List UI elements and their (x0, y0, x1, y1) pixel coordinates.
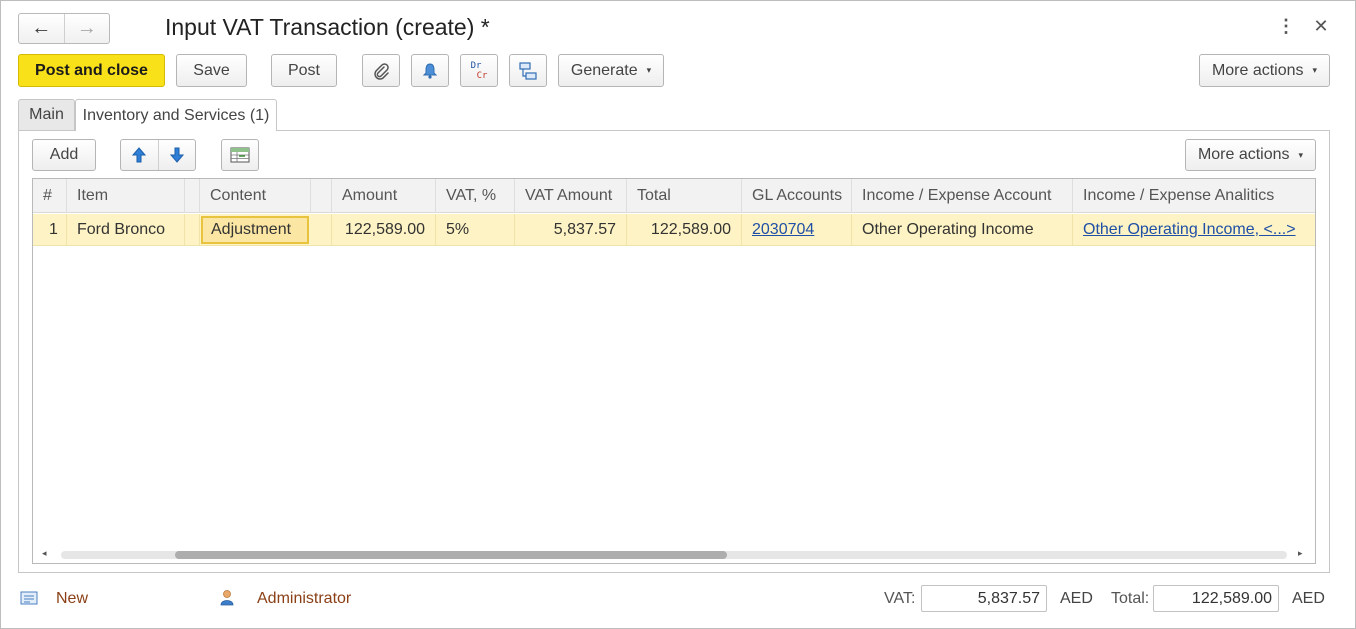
move-buttons (120, 139, 196, 171)
user-icon (220, 589, 234, 610)
horizontal-scrollbar[interactable]: ◂ ▸ (33, 547, 1315, 561)
header-spacer (311, 179, 332, 213)
more-actions-dropdown[interactable]: More actions ▾ (1199, 54, 1330, 87)
header-content[interactable]: Content (200, 179, 311, 213)
scroll-right-icon[interactable]: ▸ (1298, 548, 1303, 559)
paperclip-icon (374, 62, 389, 80)
arrow-left-icon: ← (31, 17, 52, 39)
bell-icon (422, 62, 438, 79)
header-income-expense-account[interactable]: Income / Expense Account (852, 179, 1073, 213)
status-new-link[interactable]: New (56, 590, 88, 608)
inventory-table: # Item Content Amount VAT, % VAT Amount … (32, 178, 1316, 564)
scroll-thumb[interactable] (175, 551, 727, 559)
chevron-down-icon: ▾ (646, 65, 652, 75)
cr-label: Cr (476, 70, 488, 81)
header-vat-amount[interactable]: VAT Amount (515, 179, 627, 213)
fill-button[interactable] (221, 139, 259, 171)
vat-currency: AED (1060, 590, 1093, 607)
add-button[interactable]: Add (32, 139, 96, 171)
move-down-button[interactable] (159, 140, 196, 170)
cell-item[interactable]: Ford Bronco (67, 214, 185, 246)
table-header: # Item Content Amount VAT, % VAT Amount … (33, 179, 1315, 213)
cell-income-expense-analytics-link[interactable]: Other Operating Income, <...> (1073, 214, 1315, 246)
table-fill-icon (230, 147, 250, 163)
header-total[interactable]: Total (627, 179, 742, 213)
total-label: Total: (1111, 590, 1150, 607)
cell-vat-amount[interactable]: 5,837.57 (515, 214, 627, 246)
cell-spacer (311, 214, 332, 246)
forward-button[interactable]: → (65, 14, 110, 43)
arrow-up-icon (132, 147, 147, 163)
vat-total-field[interactable]: 5,837.57 (921, 585, 1047, 612)
cell-spacer (185, 214, 200, 246)
cell-content-editor[interactable]: Adjustment (201, 216, 309, 244)
more-actions-label: More actions (1211, 61, 1304, 79)
history-nav: ← → (18, 13, 110, 44)
total-field[interactable]: 122,589.00 (1153, 585, 1279, 612)
table-row[interactable]: 1 Ford Bronco Adjustment 122,589.00 5% 5… (33, 214, 1315, 246)
tab-main[interactable]: Main (18, 99, 75, 130)
attach-files-button[interactable] (362, 54, 400, 87)
header-number[interactable]: # (33, 179, 67, 213)
header-amount[interactable]: Amount (332, 179, 436, 213)
window-title: Input VAT Transaction (create) * (165, 14, 490, 40)
cell-amount[interactable]: 122,589.00 (332, 214, 436, 246)
arrow-down-icon (169, 147, 184, 163)
total-currency: AED (1292, 590, 1325, 607)
move-up-button[interactable] (121, 140, 159, 170)
grid-more-actions-dropdown[interactable]: More actions ▾ (1185, 139, 1316, 171)
more-menu-icon[interactable]: ⋮ (1277, 15, 1295, 37)
generate-dropdown[interactable]: Generate ▾ (558, 54, 664, 87)
structure-button[interactable] (509, 54, 547, 87)
grid-more-actions-label: More actions (1197, 146, 1290, 163)
cell-vat-percent[interactable]: 5% (436, 214, 515, 246)
tab-inventory-and-services[interactable]: Inventory and Services (1) (75, 99, 277, 131)
back-button[interactable]: ← (19, 14, 65, 43)
scroll-left-icon[interactable]: ◂ (42, 548, 47, 559)
document-window: ← → Input VAT Transaction (create) * ⋮ ✕… (0, 0, 1356, 629)
chevron-down-icon: ▾ (1298, 149, 1304, 160)
close-icon[interactable]: ✕ (1312, 15, 1330, 37)
status-icon (20, 590, 38, 610)
chevron-down-icon: ▾ (1312, 65, 1318, 75)
reminder-button[interactable] (411, 54, 449, 87)
author-link[interactable]: Administrator (257, 590, 351, 608)
dr-cr-button[interactable]: Dr Cr (460, 54, 498, 87)
cell-gl-accounts-link[interactable]: 2030704 (742, 214, 852, 246)
cell-income-expense-account[interactable]: Other Operating Income (852, 214, 1073, 246)
header-item[interactable]: Item (67, 179, 185, 213)
header-spacer (185, 179, 200, 213)
cell-total[interactable]: 122,589.00 (627, 214, 742, 246)
post-and-close-button[interactable]: Post and close (18, 54, 165, 87)
post-button[interactable]: Post (271, 54, 337, 87)
generate-label: Generate (570, 61, 638, 79)
save-button[interactable]: Save (176, 54, 247, 87)
hierarchy-icon (519, 61, 537, 80)
row-number: 1 (33, 214, 67, 246)
vat-label: VAT: (884, 590, 916, 607)
header-vat-percent[interactable]: VAT, % (436, 179, 515, 213)
arrow-right-icon: → (76, 17, 97, 39)
dr-label: Dr (470, 60, 482, 71)
header-gl-accounts[interactable]: GL Accounts (742, 179, 852, 213)
header-income-expense-analytics[interactable]: Income / Expense Analitics (1073, 179, 1315, 213)
